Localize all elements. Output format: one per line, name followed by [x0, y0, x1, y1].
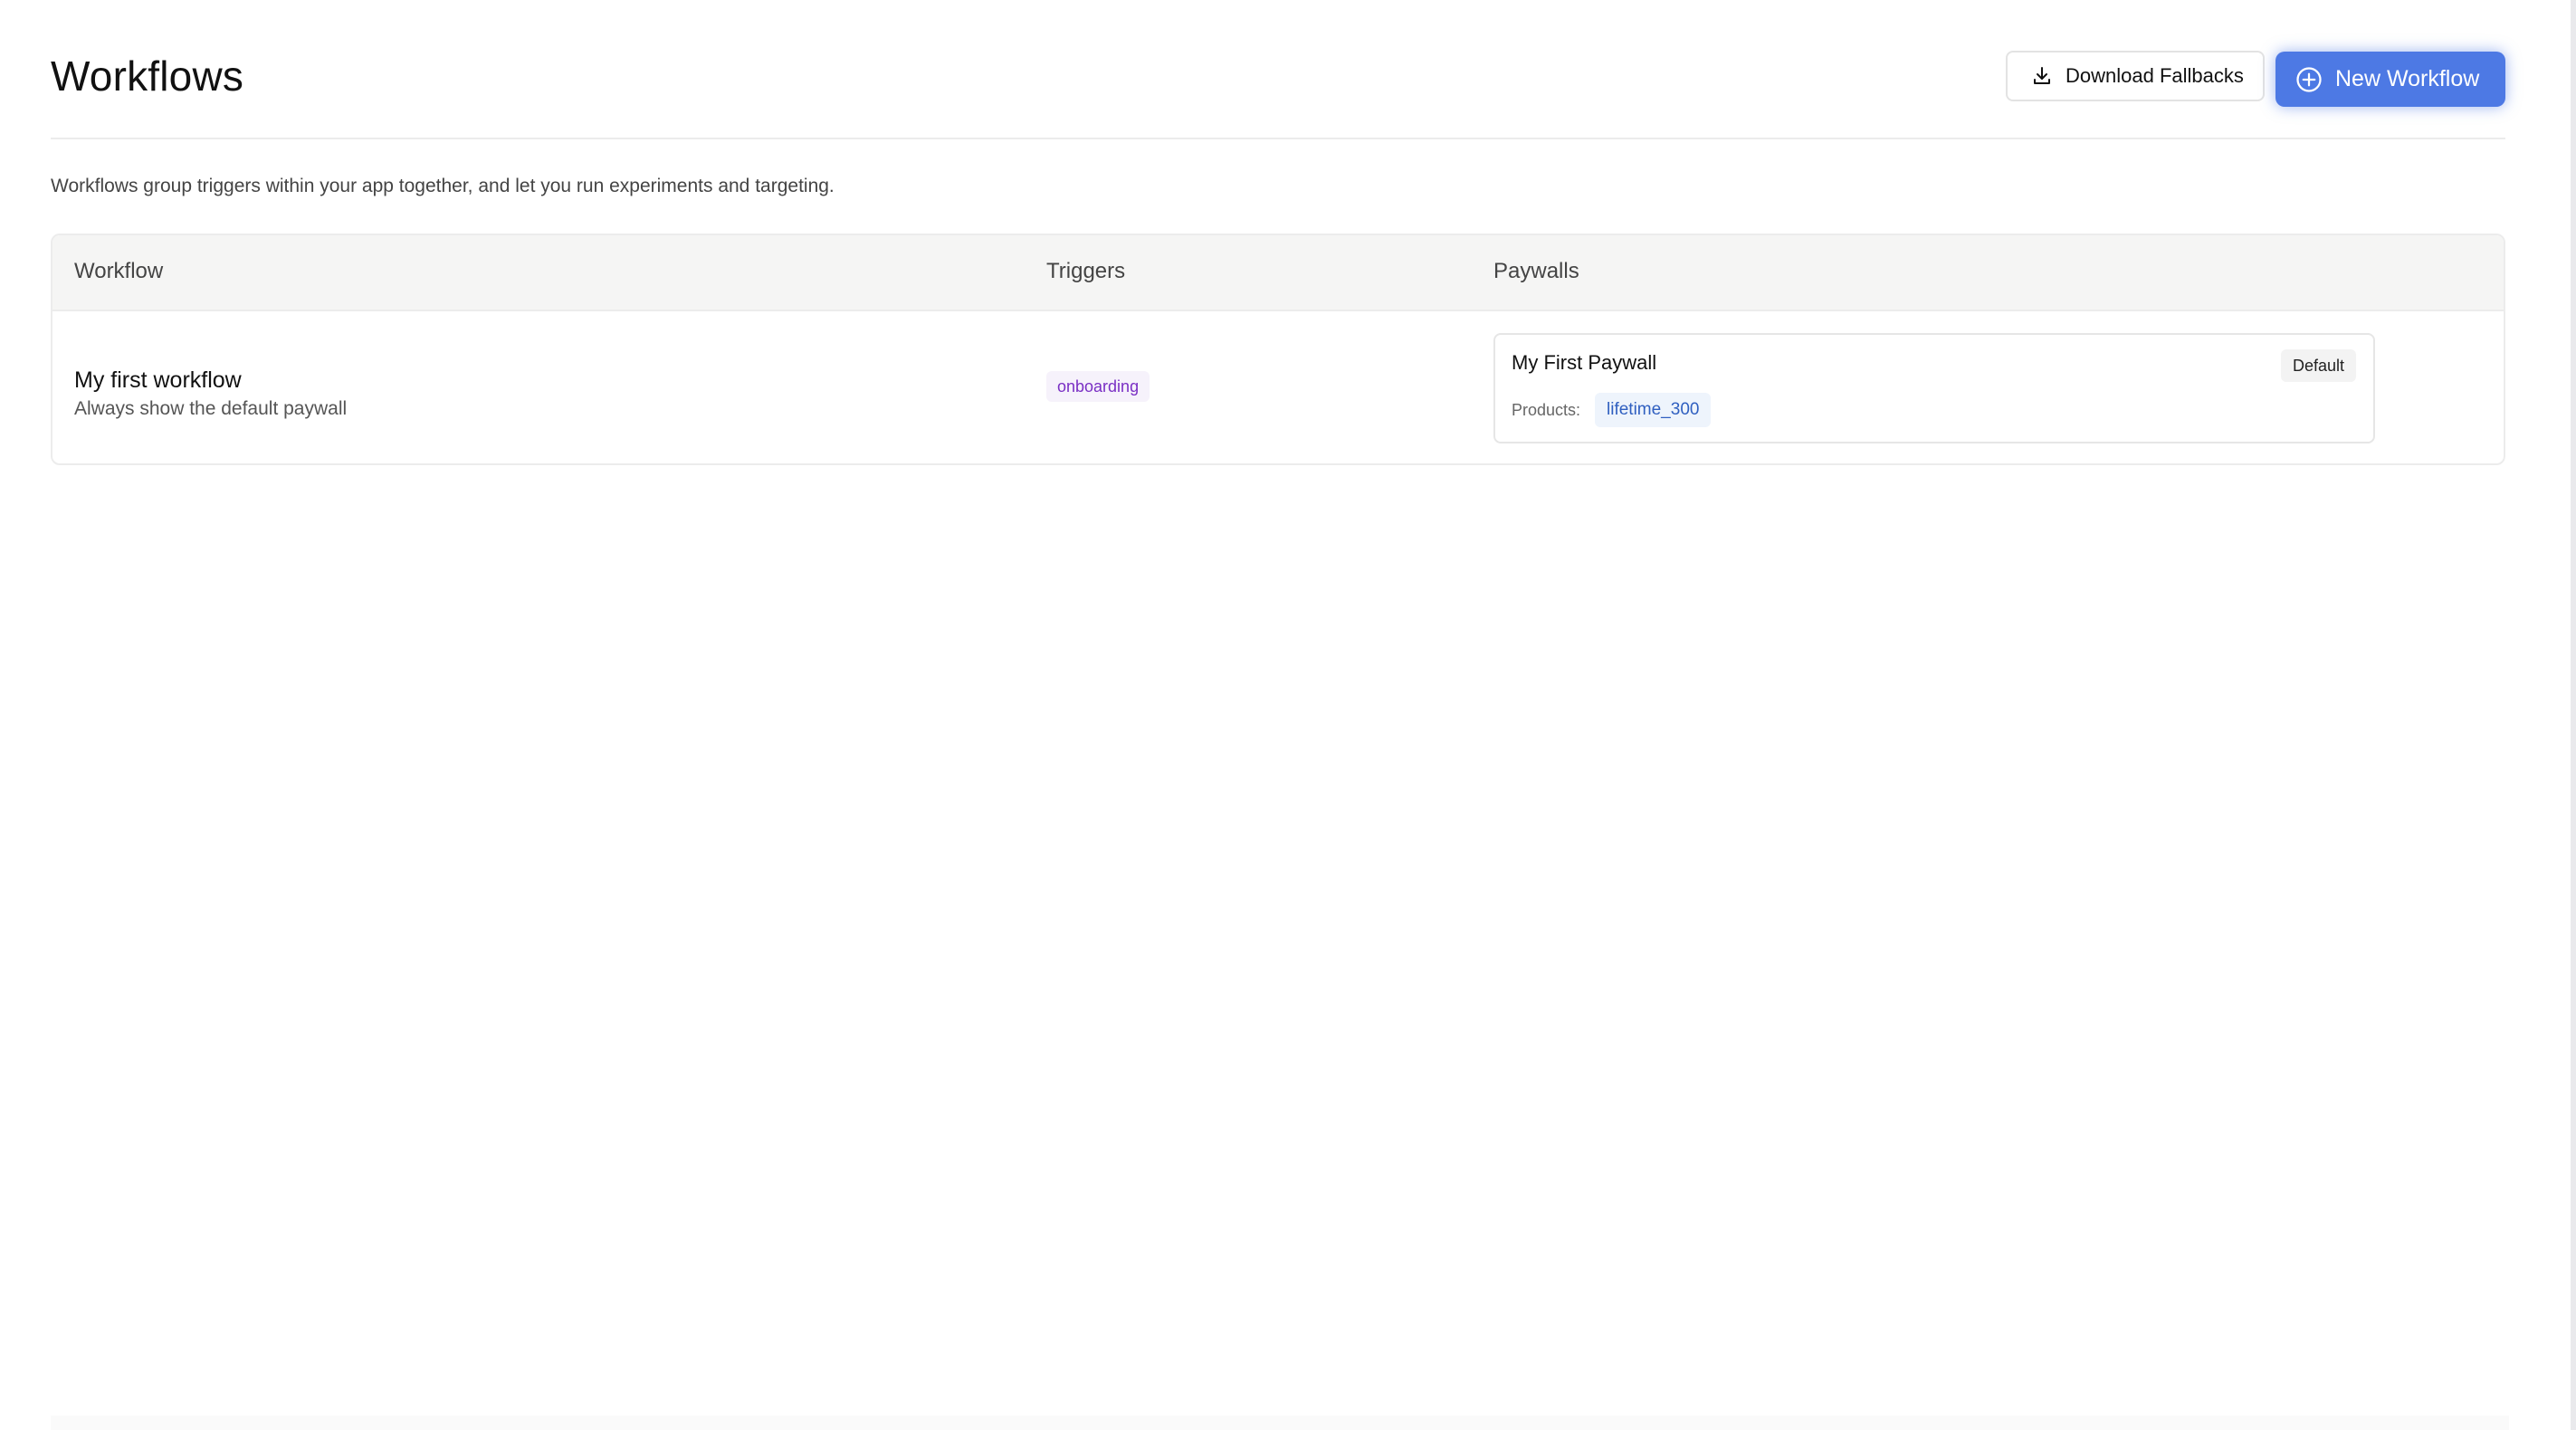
page-title: Workflows — [51, 52, 244, 100]
download-fallbacks-button[interactable]: Download Fallbacks — [2006, 51, 2265, 101]
new-workflow-label: New Workflow — [2335, 66, 2480, 91]
table-header: Workflow Triggers Paywalls — [52, 235, 2504, 311]
products-label: Products: — [1512, 401, 1581, 419]
page-description: Workflows group triggers within your app… — [51, 176, 835, 196]
product-badge[interactable]: lifetime_300 — [1595, 393, 1712, 427]
workflow-name[interactable]: My first workflow — [74, 366, 242, 395]
bottom-divider — [51, 1416, 2509, 1430]
download-icon — [2034, 67, 2050, 84]
plus-circle-icon — [2296, 66, 2322, 92]
paywall-name: My First Paywall — [1512, 351, 1657, 374]
page-scrollbar[interactable] — [2571, 0, 2576, 1430]
new-workflow-button[interactable]: New Workflow — [2275, 52, 2505, 107]
workflows-page: Workflows Download Fallbacks New Workflo… — [0, 0, 2576, 1430]
default-badge: Default — [2281, 349, 2357, 382]
column-header-triggers[interactable]: Triggers — [1046, 257, 1125, 286]
trigger-badge[interactable]: onboarding — [1046, 371, 1150, 402]
column-header-workflow[interactable]: Workflow — [74, 257, 163, 286]
table-row[interactable]: My first workflow Always show the defaul… — [52, 311, 2504, 463]
workflows-table: Workflow Triggers Paywalls My first work… — [51, 234, 2505, 465]
download-fallbacks-label: Download Fallbacks — [2066, 64, 2244, 87]
column-header-paywalls[interactable]: Paywalls — [1493, 257, 1579, 286]
page-header: Workflows Download Fallbacks New Workflo… — [51, 0, 2505, 139]
paywall-card[interactable]: My First Paywall Default Products: lifet… — [1493, 333, 2375, 443]
workflow-description: Always show the default paywall — [74, 398, 348, 419]
